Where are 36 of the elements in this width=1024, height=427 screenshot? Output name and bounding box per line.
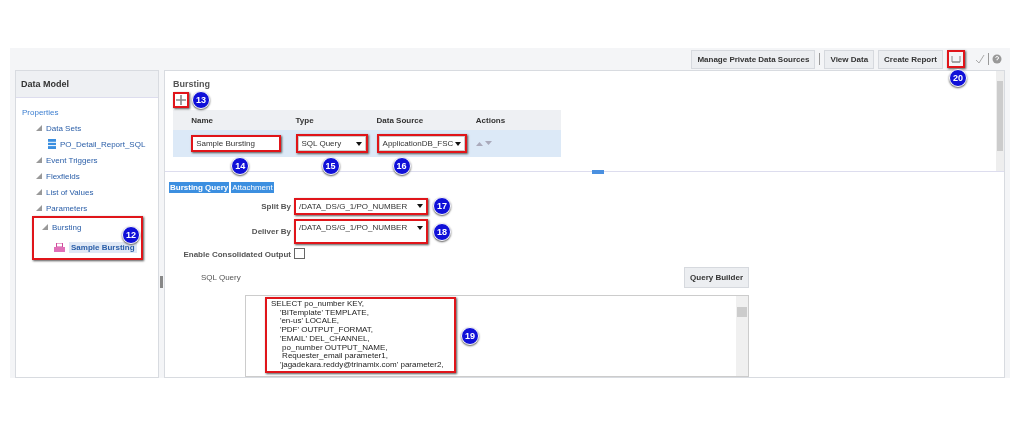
column-header: Data Source (372, 110, 472, 130)
callout-badge: 18 (433, 222, 451, 241)
name-field[interactable]: Sample Bursting (193, 137, 280, 150)
field-label: Enable Consolidated Output (183, 250, 291, 259)
sql-code: SELECT po_number KEY, 'BITemplate' TEMPLATE, 'en-us' LOCALE, 'PDF' OUTPUT_FORMAT, 'EMAIL' DEL_CHANNEL, po_number OUTPUT_NAME, Requester_email parameter1, 'jagadekara.reddy@trinamix.com' parameter2, (270, 300, 445, 370)
field-label: SQL Query (201, 273, 241, 282)
callout-badge: 17 (433, 197, 451, 215)
field-label: Deliver By (251, 227, 291, 236)
dropdown[interactable]: ApplicationDB_FSC (378, 136, 465, 151)
callout-badge: 15 (321, 157, 340, 175)
callout-badge: 14 (231, 157, 250, 175)
tree-item[interactable]: Properties (22, 107, 59, 117)
tree-item[interactable]: Data Sets (46, 123, 82, 133)
column-header: Type (291, 110, 373, 130)
dropdown[interactable]: SQL Query (297, 136, 366, 151)
callout-badge: 12 (122, 226, 140, 244)
callout-badge: 16 (392, 157, 411, 175)
dropdown[interactable]: /DATA_DS/G_1/PO_NUMBER (296, 221, 426, 234)
tree-item[interactable]: List of Values (46, 187, 94, 197)
column-header: Actions (471, 110, 561, 130)
tree-item[interactable]: Sample Bursting (69, 241, 137, 253)
tree-item[interactable]: Parameters (46, 203, 88, 213)
query-builder-button[interactable]: Query Builder (684, 267, 749, 288)
tree-item[interactable]: Flexfields (46, 171, 80, 181)
tree-item[interactable]: Bursting (52, 222, 82, 232)
toolbar-button[interactable]: Create Report (878, 49, 943, 69)
toolbar-button[interactable]: Manage Private Data Sources (691, 49, 816, 69)
section-title: Bursting (173, 79, 211, 89)
tree-item[interactable]: Event Triggers (46, 155, 98, 165)
toolbar-button[interactable]: View Data (824, 49, 875, 69)
panel-title: Data Model (16, 71, 158, 98)
tree-item[interactable]: PO_Detail_Report_SQL (60, 139, 146, 149)
dropdown[interactable]: /DATA_DS/G_1/PO_NUMBER (296, 199, 426, 213)
field-label: Split By (261, 201, 291, 211)
column-header: Name (187, 110, 292, 130)
callout-badge: 13 (192, 91, 210, 109)
